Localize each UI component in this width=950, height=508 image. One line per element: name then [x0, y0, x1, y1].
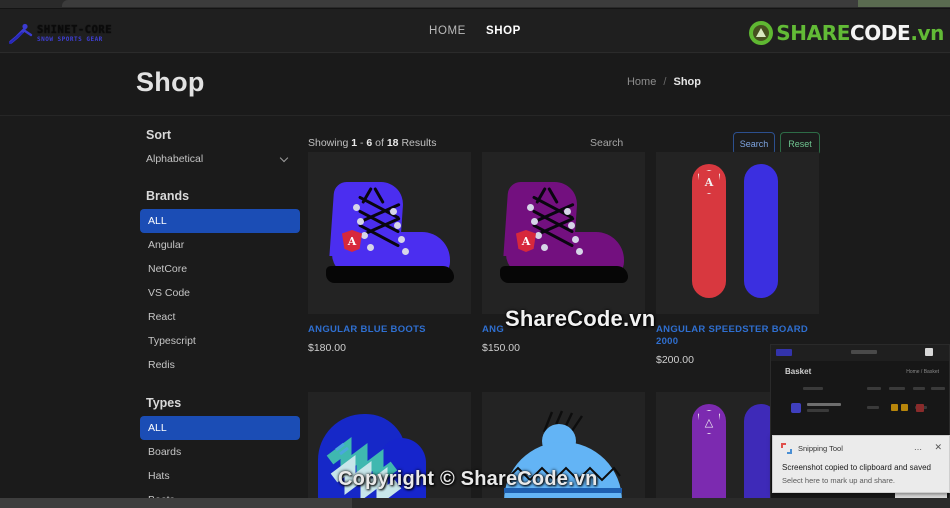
product-image-speedster-boards: A — [656, 152, 819, 314]
skier-logo-icon — [8, 22, 34, 46]
results-count: Showing 1 - 6 of 18 Results — [308, 137, 436, 149]
product-name[interactable]: ANGULAR BLUE BOOTS — [308, 324, 471, 336]
breadcrumb-home[interactable]: Home — [627, 76, 656, 88]
search-placeholder: Search — [590, 137, 624, 149]
bg-col-head — [889, 387, 905, 390]
bg-price — [867, 406, 879, 409]
angular-logo-icon: A — [342, 230, 362, 252]
product-card[interactable]: A ANGULAR SPEEDSTER BOARD 2000 $200.00 — [656, 152, 819, 366]
page-title: Shop — [136, 67, 205, 97]
brand-filter-redis[interactable]: Redis — [140, 353, 300, 377]
toast-app-name: Snipping Tool — [798, 444, 843, 453]
cart-icon — [925, 348, 933, 356]
brand-filter-all[interactable]: ALL — [140, 209, 300, 233]
brand-tagline: SNOW SPORTS GEAR — [37, 35, 103, 43]
close-icon[interactable]: ✕ — [934, 442, 942, 453]
bg-product-name — [807, 403, 841, 406]
type-filter-boards[interactable]: Boards — [140, 440, 300, 464]
breadcrumb-separator: / — [663, 76, 667, 88]
brand-filter-angular[interactable]: Angular — [140, 233, 300, 257]
brand-name: SHINET-CORE — [37, 24, 113, 37]
watermark-bottom: Copyright © ShareCode.vn — [338, 468, 598, 490]
bg-window-title: Basket — [785, 367, 812, 376]
watermark-center: ShareCode.vn — [505, 306, 656, 331]
types-heading: Types — [146, 396, 182, 410]
sort-heading: Sort — [146, 128, 171, 142]
site-header: HOME SHOP SHINET-CORE SNOW SPORTS GEAR S… — [0, 9, 950, 53]
bg-qty-plus[interactable] — [901, 404, 908, 411]
bg-col-head — [803, 387, 823, 390]
nav-item-shop[interactable]: SHOP — [486, 25, 521, 37]
product-image-blue-boot: A — [308, 152, 471, 314]
brand-filter-vscode[interactable]: VS Code — [140, 281, 300, 305]
product-image-purple-boot: A — [482, 152, 645, 314]
brand-logo-icon: △ — [698, 410, 720, 434]
bg-window-breadcrumb: Home / Basket — [906, 369, 939, 375]
range-dash: - — [359, 137, 364, 149]
toast-subtitle: Select here to mark up and share. — [782, 476, 895, 485]
product-card[interactable]: A ANGULAR BLUE BOOTS $180.00 — [308, 152, 471, 354]
screen-root: HOME SHOP SHINET-CORE SNOW SPORTS GEAR S… — [0, 0, 950, 508]
snipping-tool-icon — [781, 443, 792, 454]
brands-heading: Brands — [146, 189, 190, 203]
bg-col-head — [931, 387, 945, 390]
breadcrumb: Home / Shop — [627, 76, 701, 88]
sharecode-code: CODE — [849, 20, 911, 45]
bg-product-thumb — [791, 403, 801, 413]
breadcrumb-current: Shop — [673, 76, 702, 88]
range-total: 18 — [386, 137, 399, 149]
bg-delete-icon[interactable] — [916, 404, 924, 412]
ellipsis-icon[interactable]: ⋯ — [914, 445, 923, 454]
toast-header: Snipping Tool — [781, 443, 843, 454]
nav-item-home[interactable]: HOME — [429, 25, 466, 37]
sort-select[interactable]: Alphabetical — [140, 148, 300, 170]
bg-product-sub — [807, 409, 829, 412]
angular-logo-icon: A — [516, 230, 536, 252]
bg-window-logo-icon — [776, 349, 792, 356]
bg-col-head — [913, 387, 925, 390]
product-price: $180.00 — [308, 341, 346, 354]
range-start: 1 — [351, 137, 358, 149]
sharecode-share: SHARE — [776, 20, 850, 45]
type-filter-hats[interactable]: Hats — [140, 464, 300, 488]
sharecode-logo: SHARECODE.vn — [749, 19, 944, 46]
horizontal-scrollbar[interactable] — [0, 498, 950, 508]
sharecode-wordmark: SHARECODE.vn — [776, 21, 944, 45]
bg-window-nav — [851, 350, 877, 354]
brand-filter-react[interactable]: React — [140, 305, 300, 329]
brand-text: SHINET-CORE SNOW SPORTS GEAR — [37, 25, 112, 43]
bg-qty-minus[interactable] — [891, 404, 898, 411]
brand-filter-typescript[interactable]: Typescript — [140, 329, 300, 353]
bg-col-head — [867, 387, 881, 390]
brand-logo[interactable]: SHINET-CORE SNOW SPORTS GEAR — [8, 22, 112, 46]
range-end: 6 — [366, 137, 373, 149]
range-of: of — [375, 137, 384, 149]
browser-window-controls[interactable] — [858, 0, 950, 7]
results-suffix: Results — [401, 137, 437, 149]
chevron-down-icon — [279, 153, 289, 163]
filter-sidebar: Sort Alphabetical Brands ALL Angular Net… — [140, 128, 300, 508]
sharecode-tld: .vn — [910, 20, 944, 45]
sharecode-badge-icon — [749, 20, 774, 45]
product-price: $150.00 — [482, 341, 520, 354]
angular-logo-icon: A — [698, 170, 720, 194]
showing-prefix: Showing — [308, 137, 349, 149]
scrollbar-thumb[interactable] — [0, 498, 352, 508]
browser-active-tab[interactable] — [62, 0, 950, 7]
board-blue — [744, 164, 778, 298]
type-filter-all[interactable]: ALL — [140, 416, 300, 440]
sort-selected-value: Alphabetical — [146, 153, 204, 165]
brand-filter-netcore[interactable]: NetCore — [140, 257, 300, 281]
snipping-tool-toast[interactable]: Snipping Tool ⋯ ✕ Screenshot copied to c… — [772, 435, 950, 493]
toast-title: Screenshot copied to clipboard and saved — [782, 463, 931, 472]
